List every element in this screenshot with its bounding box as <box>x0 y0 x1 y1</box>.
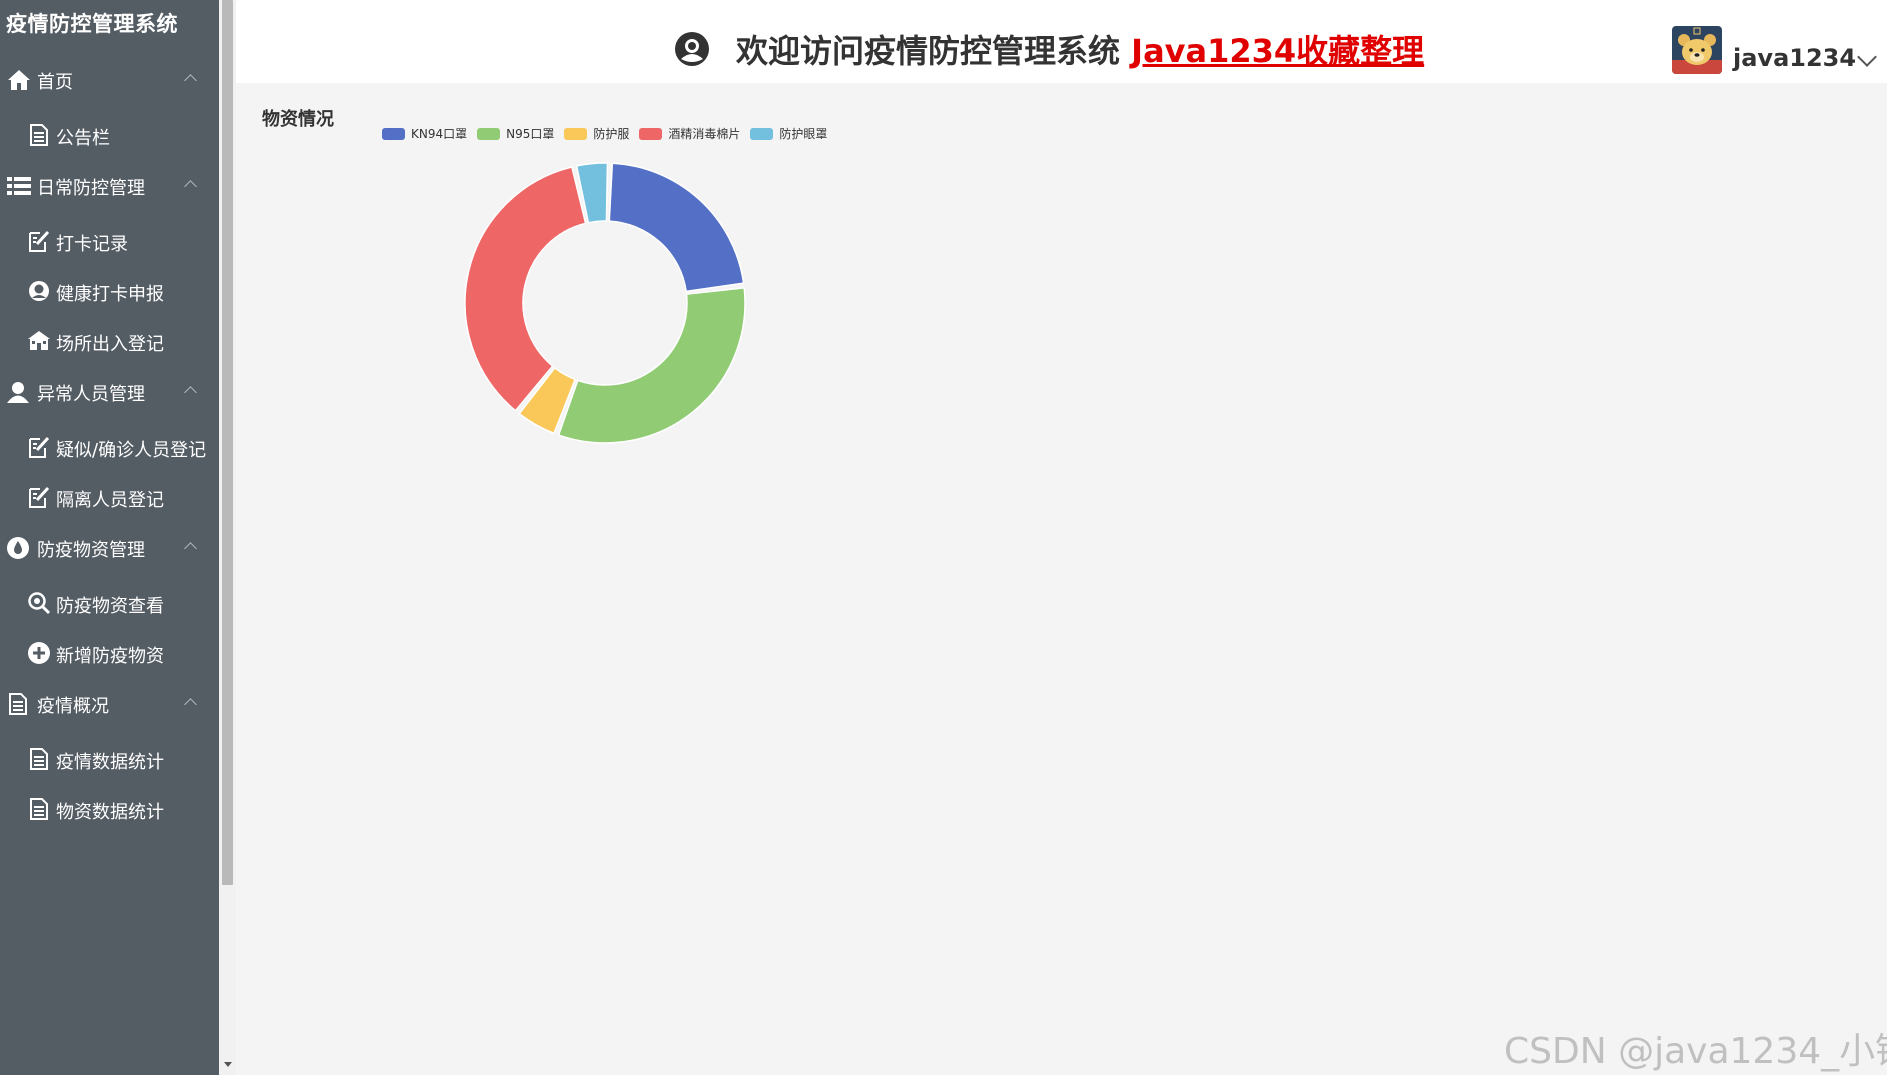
face-icon <box>27 279 51 303</box>
brand-link[interactable]: Java1234收藏整理 <box>1131 32 1424 70</box>
chevron-down-icon[interactable] <box>1857 47 1877 67</box>
document-icon <box>27 797 51 821</box>
sidebar-item-label: 防疫物资查看 <box>56 596 164 617</box>
sidebar-item-label: 隔离人员登记 <box>56 490 164 511</box>
donut-slice[interactable] <box>608 162 745 293</box>
sidebar-item-label: 疑似/确诊人员登记 <box>56 440 207 461</box>
sidebar-item-supplies-view[interactable]: 防疫物资查看 <box>0 580 219 626</box>
welcome-text: 欢迎访问疫情防控管理系统 <box>736 32 1132 70</box>
sidebar-item-suspected-registration[interactable]: 疑似/确诊人员登记 <box>0 424 219 470</box>
home-icon <box>6 68 32 92</box>
scroll-down-arrow-icon[interactable] <box>224 1062 232 1067</box>
sidebar-item-venue-registration[interactable]: 场所出入登记 <box>0 318 219 364</box>
donut-slice[interactable] <box>557 287 746 444</box>
sidebar-item-checkin-records[interactable]: 打卡记录 <box>0 218 219 264</box>
menu-group-abnormal-persons[interactable]: 异常人员管理 <box>0 368 219 416</box>
add-icon <box>27 641 51 665</box>
header: 欢迎访问疫情防控管理系统 Java1234收藏整理 java1234 <box>236 0 1887 83</box>
edit-icon <box>27 435 51 459</box>
menu-group-label: 异常人员管理 <box>37 384 145 405</box>
sidebar-item-label: 公告栏 <box>56 128 110 149</box>
sidebar-scrollbar-thumb[interactable] <box>222 0 233 885</box>
sidebar-item-quarantine-registration[interactable]: 隔离人员登记 <box>0 474 219 520</box>
list-icon <box>6 174 32 198</box>
donut-chart <box>464 162 746 444</box>
sidebar-item-epidemic-stats[interactable]: 疫情数据统计 <box>0 736 219 782</box>
collapse-caret-icon <box>184 698 197 711</box>
sidebar-item-label: 健康打卡申报 <box>56 284 164 305</box>
menu-group-home[interactable]: 首页 <box>0 56 219 104</box>
edit-icon <box>27 485 51 509</box>
main-content: 物资情况 KN94口罩 N95口罩 防护服 酒精消毒棉片 防护眼罩 <box>236 83 1887 1075</box>
collapse-caret-icon <box>184 386 197 399</box>
menu-group-daily-control[interactable]: 日常防控管理 <box>0 162 219 210</box>
sidebar-item-label: 疫情数据统计 <box>56 752 164 773</box>
sidebar-item-label: 新增防疫物资 <box>56 646 164 667</box>
sidebar-item-supplies-stats[interactable]: 物资数据统计 <box>0 786 219 832</box>
document-icon <box>27 747 51 771</box>
avatar[interactable] <box>1672 26 1722 74</box>
donut-slice[interactable] <box>464 166 587 412</box>
person-icon <box>6 380 32 404</box>
building-icon <box>27 329 51 353</box>
sidebar-item-health-report[interactable]: 健康打卡申报 <box>0 268 219 314</box>
edit-icon <box>27 229 51 253</box>
document-icon <box>6 692 32 716</box>
collapse-caret-icon <box>184 180 197 193</box>
document-icon <box>27 123 51 147</box>
app-brand: 疫情防控管理系统 <box>6 12 178 36</box>
collapse-caret-icon <box>184 74 197 87</box>
sidebar: 疫情防控管理系统 首页 公告栏 日常防控管理 打卡记录 健康打卡申报 场所出入登… <box>0 0 219 1075</box>
sidebar-item-add-supplies[interactable]: 新增防疫物资 <box>0 630 219 676</box>
watermark: CSDN @java1234_小锋 <box>1504 1031 1887 1072</box>
menu-group-overview[interactable]: 疫情概况 <box>0 680 219 728</box>
sidebar-item-label: 打卡记录 <box>56 234 128 255</box>
bear-avatar-icon <box>1672 26 1722 74</box>
sidebar-item-label: 场所出入登记 <box>56 334 164 355</box>
collapse-caret-icon <box>184 542 197 555</box>
search-icon <box>27 591 51 615</box>
menu-group-supplies[interactable]: 防疫物资管理 <box>0 524 219 572</box>
menu-group-label: 首页 <box>37 72 73 93</box>
menu-group-label: 日常防控管理 <box>37 178 145 199</box>
page-bottom-strip <box>0 1075 1887 1080</box>
menu-group-label: 防疫物资管理 <box>37 540 145 561</box>
username[interactable]: java1234 <box>1733 44 1856 72</box>
page-title: 欢迎访问疫情防控管理系统 Java1234收藏整理 <box>736 26 1424 72</box>
sidebar-item-label: 物资数据统计 <box>56 802 164 823</box>
menu-group-label: 疫情概况 <box>37 696 109 717</box>
sidebar-item-notice-board[interactable]: 公告栏 <box>0 112 219 158</box>
drop-icon <box>6 536 32 560</box>
user-circle-icon <box>674 31 710 67</box>
